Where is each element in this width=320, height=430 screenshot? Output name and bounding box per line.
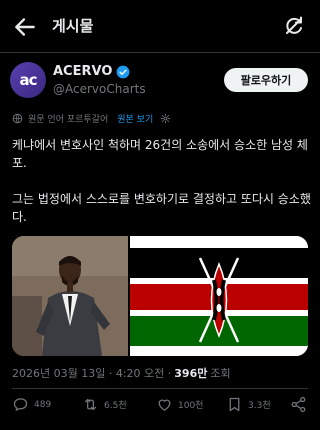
- author-name-row: ACERVO: [53, 64, 130, 79]
- views-label: 조회: [210, 367, 231, 380]
- translation-row: 원문 언어 포르투갈어 원본 보기: [12, 112, 171, 125]
- heart-icon: [158, 399, 171, 411]
- photo-man-in-suit[interactable]: [12, 236, 128, 356]
- author-display-name[interactable]: ACERVO: [53, 64, 112, 79]
- tweet-text: 케냐에서 변호사인 척하며 26건의 소송에서 승소한 남성 체포. 그는 법정…: [12, 138, 311, 224]
- kenya-flag-icon: [130, 236, 308, 356]
- like-count: 100천: [178, 401, 204, 411]
- reply-count: 489: [34, 399, 52, 410]
- bookmark-count: 3.3천: [248, 401, 271, 411]
- actions-divider: [12, 388, 308, 389]
- top-bar: 게시물: [0, 0, 320, 52]
- gear-icon[interactable]: [160, 113, 171, 124]
- repost-icon: [84, 398, 97, 411]
- like-button[interactable]: 100천: [156, 396, 203, 413]
- avatar-logo-text: ac: [19, 71, 37, 89]
- timestamp-row: 2026년 03월 13일 · 4:20 오전 · 396만 조회: [12, 365, 231, 381]
- reply-button[interactable]: 489: [12, 396, 51, 413]
- avatar[interactable]: ac: [10, 62, 46, 98]
- post-timestamp[interactable]: 2026년 03월 13일 · 4:20 오전 ·: [12, 365, 171, 381]
- back-arrow-icon[interactable]: [12, 14, 38, 40]
- photo-kenya-flag[interactable]: [130, 236, 308, 356]
- globe-icon: [12, 113, 23, 124]
- page-title: 게시물: [52, 17, 94, 35]
- author-handle[interactable]: @AcervoCharts: [53, 82, 146, 96]
- show-original-link[interactable]: 원본 보기: [117, 112, 153, 125]
- translation-label: 원문 언어 포르투갈어: [28, 115, 109, 125]
- views-count: 396만: [174, 367, 208, 380]
- repost-button[interactable]: 6.5천: [82, 396, 127, 413]
- bookmark-button[interactable]: 3.3천: [226, 396, 271, 413]
- share-button[interactable]: [290, 396, 307, 413]
- refresh-icon[interactable]: [282, 14, 306, 38]
- header-divider: [0, 52, 320, 53]
- share-icon: [291, 396, 306, 413]
- bookmark-icon: [229, 397, 240, 412]
- media-grid: [12, 236, 308, 356]
- follow-button[interactable]: 팔로우하기: [224, 68, 308, 92]
- man-photo-illustration: [12, 236, 128, 356]
- reply-icon: [13, 398, 28, 411]
- repost-count: 6.5천: [104, 401, 127, 411]
- verified-badge-icon: [116, 65, 130, 78]
- action-bar: 489 6.5천 100천 3.3천: [0, 394, 320, 420]
